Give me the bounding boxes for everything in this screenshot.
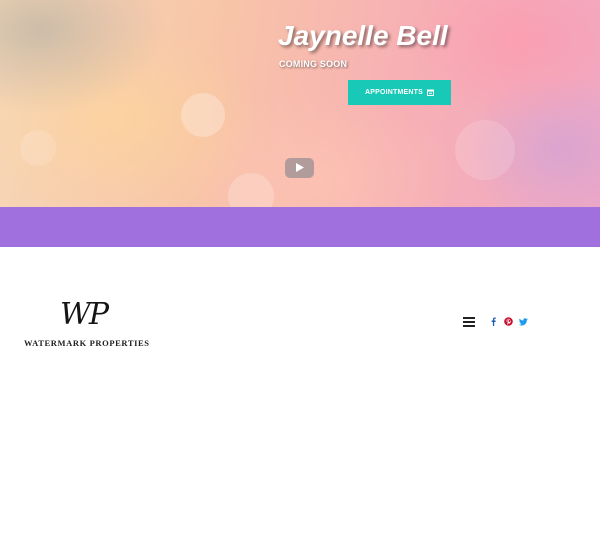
logo-company-name: WATERMARK PROPERTIES — [24, 338, 150, 348]
facebook-icon[interactable] — [488, 316, 498, 327]
bokeh-light — [20, 130, 56, 166]
logo-monogram: WP — [60, 297, 109, 332]
appointments-button[interactable]: APPOINTMENTS — [348, 80, 451, 105]
purple-divider-band — [0, 207, 600, 247]
pinterest-icon[interactable] — [503, 316, 513, 327]
site-logo[interactable]: WP WATERMARK PROPERTIES — [22, 298, 150, 350]
bokeh-light — [181, 93, 225, 137]
twitter-icon[interactable] — [518, 316, 528, 327]
hamburger-menu-icon[interactable] — [463, 316, 477, 328]
video-play-button[interactable] — [285, 158, 314, 178]
hero-section: Jaynelle Bell COMING SOON APPOINTMENTS — [0, 0, 600, 207]
bokeh-light — [455, 120, 515, 180]
youtube-play-icon — [295, 159, 304, 177]
calendar-icon — [427, 89, 434, 96]
appointments-label: APPOINTMENTS — [364, 89, 423, 96]
bokeh-light — [228, 173, 274, 207]
hero-subtitle: COMING SOON — [279, 59, 348, 69]
hero-title: Jaynelle Bell — [278, 20, 448, 51]
